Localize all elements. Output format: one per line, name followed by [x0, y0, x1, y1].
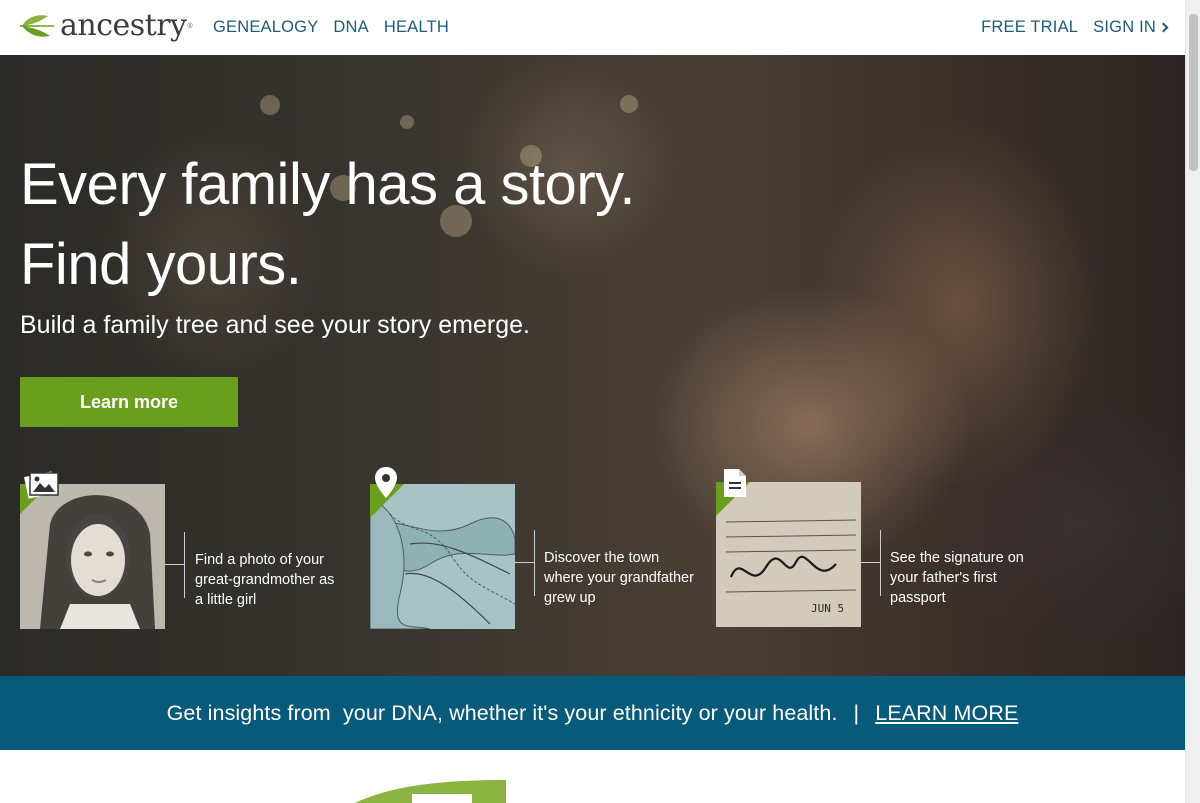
registered-mark: ®: [187, 22, 193, 30]
bokeh-light: [260, 95, 280, 115]
hero-headline: Every family has a story. Find yours.: [20, 145, 635, 305]
bokeh-light: [620, 95, 638, 113]
nav-health[interactable]: HEALTH: [384, 18, 449, 37]
hero-subheadline: Build a family tree and see your story e…: [20, 311, 530, 339]
headline-line-1: Every family has a story.: [20, 152, 635, 217]
nav-dna[interactable]: DNA: [333, 18, 368, 37]
ancestry-logo[interactable]: ancestry ®: [18, 10, 193, 42]
photos-icon: [24, 471, 59, 499]
learn-more-button[interactable]: Learn more: [20, 377, 238, 427]
banner-separator: |: [853, 700, 860, 725]
hero-section: Every family has a story. Find yours. Bu…: [0, 55, 1185, 676]
sign-in-label: SIGN IN: [1093, 18, 1156, 36]
svg-text:JUN 5: JUN 5: [811, 602, 844, 615]
portrait-illustration: [20, 484, 165, 629]
banner-text: Get insights from your DNA, whether it's…: [166, 700, 838, 725]
site-header: ancestry ® GENEALOGY DNA HEALTH FREE TRI…: [0, 0, 1185, 55]
account-nav: FREE TRIAL SIGN IN: [981, 18, 1169, 37]
primary-nav: GENEALOGY DNA HEALTH: [213, 18, 449, 37]
logo-wordmark: ancestry: [60, 8, 187, 43]
nav-genealogy[interactable]: GENEALOGY: [213, 18, 318, 37]
connector-line: [165, 564, 185, 565]
feature-map-text: Discover the town where your grandfather…: [544, 550, 694, 606]
map-pin-icon: [375, 467, 397, 498]
divider-line: [184, 532, 185, 598]
passport-document-image: JUN 5: [716, 482, 861, 627]
document-icon: [724, 469, 746, 497]
section-graphic: [350, 778, 510, 803]
document-illustration: JUN 5: [716, 482, 861, 627]
scrollbar-thumb[interactable]: [1189, 14, 1198, 171]
divider-line: [880, 530, 881, 596]
vintage-girl-photo: [20, 484, 165, 629]
banner-learn-more-link[interactable]: LEARN MORE: [875, 701, 1018, 726]
leaf-icon: [20, 15, 54, 37]
connector-line: [515, 562, 535, 563]
historic-map-image: [370, 484, 515, 629]
feature-document-text: See the signature on your father's first…: [890, 550, 1024, 606]
connector-line: [861, 562, 881, 563]
map-illustration: [370, 484, 515, 629]
feature-photo-text: Find a photo of your great-grandmother a…: [195, 552, 335, 608]
dna-banner: Get insights from your DNA, whether it's…: [0, 676, 1185, 750]
vertical-scrollbar[interactable]: [1185, 0, 1200, 803]
bokeh-light: [400, 115, 414, 129]
divider-line: [534, 530, 535, 596]
chevron-right-icon: [1158, 22, 1169, 33]
sign-in-link[interactable]: SIGN IN: [1093, 18, 1169, 37]
free-trial-link[interactable]: FREE TRIAL: [981, 18, 1078, 37]
headline-line-2: Find yours.: [20, 232, 302, 297]
